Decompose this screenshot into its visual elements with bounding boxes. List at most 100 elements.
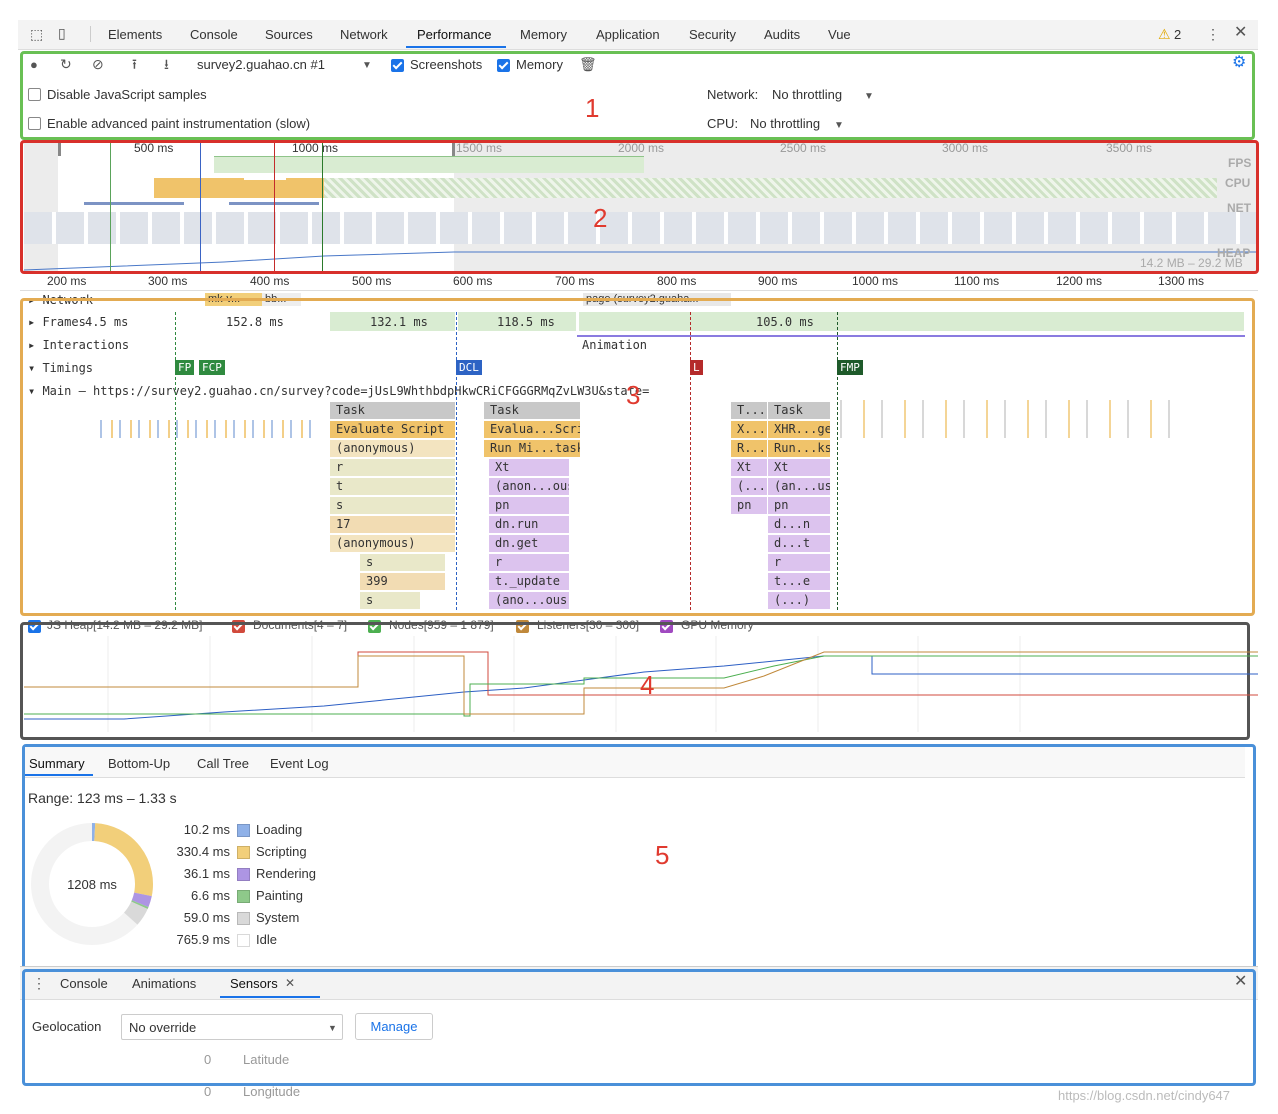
flame-call[interactable]: pn — [731, 497, 767, 514]
flame-call[interactable]: X... — [731, 421, 767, 438]
frame-duration[interactable]: 152.8 ms — [226, 315, 284, 329]
tab-network[interactable]: Network — [340, 27, 388, 42]
memory-checkbox[interactable] — [497, 59, 510, 72]
watermark: https://blog.csdn.net/cindy647 — [1058, 1088, 1231, 1103]
tab-event-log[interactable]: Event Log — [270, 756, 329, 771]
longitude-value[interactable]: 0 — [204, 1084, 211, 1099]
interactions-track-label[interactable]: ▸ Interactions — [28, 338, 129, 352]
main-thread-label[interactable]: ▾ Main — https://survey2.guahao.cn/surve… — [28, 384, 649, 398]
frame-duration[interactable]: 118.5 ms — [497, 315, 555, 329]
frame-duration[interactable]: 4.5 ms — [85, 315, 128, 329]
flame-call[interactable]: r — [768, 554, 830, 571]
profile-dropdown-icon[interactable]: ▼ — [362, 58, 372, 74]
tab-summary[interactable]: Summary — [29, 756, 85, 771]
flame-run-microtasks[interactable]: Run Mi...tasks — [484, 440, 580, 457]
disable-js-samples-checkbox[interactable] — [28, 88, 41, 101]
flame-call[interactable]: XHR...ge — [768, 421, 830, 438]
flame-task[interactable]: Task — [330, 402, 455, 419]
cpu-dropdown-icon[interactable]: ▼ — [834, 118, 844, 134]
flame-call[interactable]: r — [330, 459, 455, 476]
warning-count[interactable]: 2 — [1174, 27, 1181, 42]
flame-call[interactable]: (anonymous) — [330, 440, 455, 457]
load-profile-icon[interactable]: ⭱ — [132, 56, 137, 72]
flame-call[interactable]: Run...ks — [768, 440, 830, 457]
close-devtools-icon[interactable]: ✕ — [1234, 25, 1247, 41]
flame-call[interactable]: (anonymous) — [330, 535, 455, 552]
summary-legend: 10.2 ms Loading 330.4 ms Scripting 36.1 … — [150, 822, 370, 952]
fcp-marker[interactable]: FCP — [199, 360, 225, 375]
flame-call[interactable]: t._update — [489, 573, 569, 590]
record-icon[interactable]: ● — [30, 57, 38, 73]
summary-value: 10.2 ms — [183, 822, 230, 837]
advanced-paint-checkbox[interactable] — [28, 117, 41, 130]
frame-duration[interactable]: 105.0 ms — [756, 315, 814, 329]
dcl-marker[interactable]: DCL — [456, 360, 482, 375]
tab-security[interactable]: Security — [689, 27, 736, 42]
flame-task[interactable]: T...k — [731, 402, 767, 419]
flame-call[interactable]: Xt — [768, 459, 830, 476]
flame-call[interactable]: R... — [731, 440, 767, 457]
tab-sources[interactable]: Sources — [265, 27, 313, 42]
flame-call[interactable]: (anon...ous) — [489, 478, 569, 495]
tab-audits[interactable]: Audits — [764, 27, 800, 42]
tab-vue[interactable]: Vue — [828, 27, 851, 42]
flame-call[interactable]: r — [489, 554, 569, 571]
cpu-throttle-select[interactable]: No throttling — [750, 116, 820, 131]
flame-evaluate-script[interactable]: Evaluate Script — [330, 421, 455, 438]
collect-garbage-icon[interactable]: 🗑 — [579, 56, 597, 72]
frames-track-label[interactable]: ▸ Frames — [28, 315, 86, 329]
tab-application[interactable]: Application — [596, 27, 660, 42]
screenshots-checkbox[interactable] — [391, 59, 404, 72]
flame-task[interactable]: Task — [768, 402, 830, 419]
flame-evaluate-script[interactable]: Evalua...Script — [484, 421, 580, 438]
flame-call[interactable]: d...t — [768, 535, 830, 552]
inspect-element-icon[interactable]: ⬚ — [30, 26, 43, 42]
flame-call[interactable]: s — [360, 592, 420, 609]
network-dropdown-icon[interactable]: ▼ — [864, 89, 874, 105]
save-profile-icon[interactable]: ⭳ — [164, 56, 169, 72]
clear-icon[interactable]: ⊘ — [92, 56, 104, 72]
warning-icon[interactable]: ⚠ — [1158, 26, 1171, 42]
frame-duration[interactable]: 132.1 ms — [370, 315, 428, 329]
flame-call[interactable]: Xt — [731, 459, 767, 476]
summary-label: Idle — [256, 932, 277, 947]
flame-call[interactable]: dn.get — [489, 535, 569, 552]
tab-memory[interactable]: Memory — [520, 27, 567, 42]
flame-call[interactable]: (...) — [731, 478, 767, 495]
load-marker[interactable]: L — [690, 360, 703, 375]
flame-call[interactable]: 17 — [330, 516, 455, 533]
flame-call[interactable]: 399 — [360, 573, 445, 590]
flame-task[interactable]: Task — [484, 402, 580, 419]
flame-call[interactable]: s — [360, 554, 445, 571]
reload-record-icon[interactable]: ↻ — [60, 56, 72, 72]
flame-call[interactable]: t...e — [768, 573, 830, 590]
tab-bottom-up[interactable]: Bottom-Up — [108, 756, 170, 771]
profile-select[interactable]: survey2.guahao.cn #1 — [197, 57, 325, 72]
animation-bar[interactable] — [577, 335, 1245, 337]
time-ruler: 200 ms 300 ms 400 ms 500 ms 600 ms 700 m… — [20, 272, 1258, 291]
flame-call[interactable]: (an...us) — [768, 478, 830, 495]
flame-call[interactable]: pn — [489, 497, 569, 514]
flame-call[interactable]: s — [330, 497, 455, 514]
network-throttle-select[interactable]: No throttling — [772, 87, 842, 102]
tab-performance[interactable]: Performance — [417, 27, 491, 42]
tab-console[interactable]: Console — [190, 27, 238, 42]
tab-elements[interactable]: Elements — [108, 27, 162, 42]
interactions-track-text: Interactions — [42, 338, 130, 352]
fmp-marker[interactable]: FMP — [837, 360, 863, 375]
capture-settings-gear-icon[interactable]: ⚙ — [1232, 55, 1246, 71]
flame-call[interactable]: Xt — [489, 459, 569, 476]
tab-call-tree[interactable]: Call Tree — [197, 756, 249, 771]
frame-block[interactable] — [579, 312, 1244, 331]
flame-call[interactable]: (ano...ous) — [489, 592, 569, 609]
flame-call[interactable]: dn.run — [489, 516, 569, 533]
flame-call[interactable]: pn — [768, 497, 830, 514]
flame-call[interactable]: (...) — [768, 592, 830, 609]
device-toolbar-icon[interactable]: ▯ — [58, 25, 66, 41]
ruler-tick: 1300 ms — [1158, 274, 1205, 288]
flame-call[interactable]: t — [330, 478, 455, 495]
fp-marker[interactable]: FP — [175, 360, 195, 375]
timings-track-label[interactable]: ▾ Timings — [28, 361, 93, 375]
more-options-icon[interactable]: ⋮ — [1206, 26, 1220, 42]
flame-call[interactable]: d...n — [768, 516, 830, 533]
